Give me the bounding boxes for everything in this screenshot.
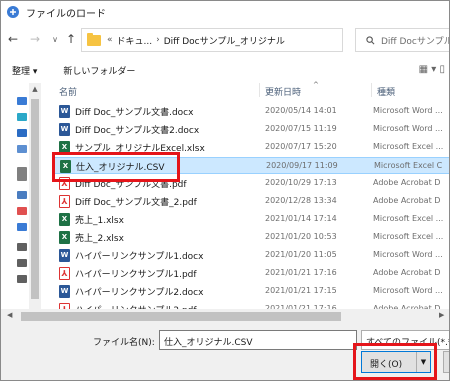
file-row[interactable]: W Diff Doc_サンプル文書.docx 2020/05/14 14:01 Mic…: [53, 103, 449, 120]
file-date: 2021/01/20 10:53: [265, 232, 337, 241]
forward-arrow-icon[interactable]: →: [27, 31, 43, 47]
file-name: Diff Doc_サンプル文書_2.pdf: [75, 198, 197, 208]
pdf-icon: ⅄: [59, 195, 70, 208]
file-name: 売上_2.xlsx: [75, 234, 124, 244]
file-name: ハイパーリンクサンプル1.pdf: [75, 270, 197, 280]
file-date: 2021/01/14 17:14: [265, 214, 337, 223]
filename-label: ファイル名(N):: [93, 338, 155, 348]
excel-icon: X: [59, 231, 70, 244]
app-icon: [7, 6, 19, 18]
highlight-box-selected-file: [52, 152, 180, 182]
title-bar: ファイルのロード: [1, 1, 449, 23]
crumb-chevron-icon: ›: [156, 35, 160, 45]
file-date: 2020/07/15 11:19: [265, 124, 337, 133]
file-row[interactable]: ⅄ ハイパーリンクサンプル1.pdf 2021/01/21 17:16 Adobe A…: [53, 265, 449, 282]
search-box[interactable]: Diff Docサンプル: [355, 28, 450, 52]
file-name: Diff Doc_サンプル文書2.docx: [75, 126, 200, 136]
horizontal-scroll-thumb[interactable]: [21, 312, 341, 321]
file-row[interactable]: ⅄ Diff Doc_サンプル文書_2.pdf 2020/12/28 13:34 Ad…: [53, 193, 449, 210]
drive-c-icon[interactable]: [17, 243, 27, 251]
scroll-right-icon[interactable]: ▶: [439, 311, 444, 319]
file-type: Microsoft Word ...: [373, 286, 443, 295]
breadcrumb-current-folder[interactable]: Diff Docサンプル_オリジナル: [164, 34, 285, 47]
downloads-icon[interactable]: [17, 129, 27, 137]
file-date: 2020/09/17 11:09: [266, 161, 338, 170]
search-icon: [366, 35, 375, 44]
desktop-icon[interactable]: [17, 97, 27, 105]
column-divider[interactable]: [371, 83, 372, 97]
word-icon: W: [59, 105, 70, 118]
scroll-left-icon[interactable]: ◀: [7, 311, 12, 319]
search-placeholder: Diff Docサンプル: [381, 36, 450, 47]
back-arrow-icon[interactable]: ←: [5, 31, 21, 47]
documents-icon[interactable]: [17, 145, 27, 153]
sort-ascending-icon: ^: [313, 81, 319, 89]
file-list: 名前 ^ 更新日時 種類 W Diff Doc_サンプル文書.docx 2020/0…: [45, 79, 449, 325]
pdf-icon: ⅄: [59, 267, 70, 280]
scroll-up-icon[interactable]: ▲: [29, 85, 41, 93]
crumb-overflow[interactable]: «: [107, 35, 113, 45]
excel-icon: X: [59, 213, 70, 226]
file-open-dialog: ファイルのロード ← → ∨ ↑ « ドキュ... › Diff Docサンプル…: [0, 0, 450, 381]
pictures-icon[interactable]: [17, 191, 27, 199]
file-name: ハイパーリンクサンプル2.docx: [75, 288, 204, 298]
up-arrow-icon[interactable]: ↑: [63, 31, 79, 47]
word-icon: W: [59, 123, 70, 136]
file-date: 2020/05/14 14:01: [265, 106, 337, 115]
file-name: ハイパーリンクサンプル1.docx: [75, 252, 204, 262]
file-row[interactable]: W ハイパーリンクサンプル1.docx 2021/01/20 11:05 Micros…: [53, 247, 449, 264]
file-date: 2021/01/21 17:16: [265, 268, 337, 277]
column-divider[interactable]: [259, 83, 260, 97]
column-header-name[interactable]: 名前: [59, 85, 77, 98]
column-header-type[interactable]: 種類: [377, 85, 395, 98]
cancel-button[interactable]: [443, 351, 449, 373]
word-icon: W: [59, 285, 70, 298]
file-date: 2020/07/17 15:20: [265, 142, 337, 151]
file-type: Adobe Acrobat D: [373, 196, 441, 205]
scroll-thumb[interactable]: [31, 99, 39, 299]
file-type: Microsoft Excel ...: [373, 214, 444, 223]
view-options-icon[interactable]: ▦ ▾ ▯: [419, 64, 445, 75]
3d-objects-icon[interactable]: [17, 113, 27, 121]
filename-input[interactable]: 仕入_オリジナル.CSV: [159, 330, 357, 350]
file-date: 2021/01/20 11:05: [265, 250, 337, 259]
file-date: 2020/12/28 13:34: [265, 196, 337, 205]
nav-pane-scrollbar[interactable]: ▲ ▼: [29, 83, 41, 323]
new-folder-button[interactable]: 新しいフォルダー: [63, 64, 135, 77]
column-header-date[interactable]: 更新日時: [265, 85, 301, 98]
highlight-box-open-button: [353, 343, 437, 380]
file-date: 2021/01/21 17:15: [265, 286, 337, 295]
videos-icon[interactable]: [17, 223, 27, 231]
selected-location-icon[interactable]: [17, 167, 27, 181]
drive-d-icon[interactable]: [17, 259, 27, 267]
file-name: 売上_1.xlsx: [75, 216, 124, 226]
toolbar: 整理 ▾ 新しいフォルダー ▦ ▾ ▯: [1, 59, 449, 81]
file-row[interactable]: X 売上_1.xlsx 2021/01/14 17:14 Microsoft Exce…: [53, 211, 449, 228]
file-type: Microsoft Word ...: [373, 106, 443, 115]
word-icon: W: [59, 249, 70, 262]
breadcrumb-documents[interactable]: ドキュ...: [117, 34, 153, 47]
file-row[interactable]: X 売上_2.xlsx 2021/01/20 10:53 Microsoft Exce…: [53, 229, 449, 246]
file-type: Microsoft Word ...: [373, 250, 443, 259]
file-type: Adobe Acrobat D: [373, 268, 441, 277]
window-title: ファイルのロード: [26, 8, 106, 20]
organize-menu[interactable]: 整理 ▾: [12, 64, 37, 77]
file-name: Diff Doc_サンプル文書.docx: [75, 108, 194, 118]
file-type: Microsoft Excel C: [374, 161, 443, 170]
folder-icon: [87, 32, 101, 46]
file-type: Microsoft Word ...: [373, 124, 443, 133]
file-row[interactable]: W ハイパーリンクサンプル2.docx 2021/01/21 17:15 Micros…: [53, 283, 449, 300]
file-row[interactable]: W Diff Doc_サンプル文書2.docx 2020/07/15 11:19 Mi…: [53, 121, 449, 138]
recent-locations-icon[interactable]: ∨: [47, 31, 63, 47]
file-type: Microsoft Excel ...: [373, 142, 444, 151]
file-date: 2020/10/29 17:13: [265, 178, 337, 187]
horizontal-scrollbar[interactable]: ◀ ▶: [1, 309, 449, 325]
address-bar[interactable]: « ドキュ... › Diff Docサンプル_オリジナル: [81, 28, 343, 52]
file-type: Adobe Acrobat D: [373, 178, 441, 187]
navigation-row: ← → ∨ ↑ « ドキュ... › Diff Docサンプル_オリジナル Di…: [1, 27, 450, 53]
music-icon[interactable]: [17, 207, 27, 215]
drive-e-icon[interactable]: [17, 275, 27, 283]
file-type: Microsoft Excel ...: [373, 232, 444, 241]
